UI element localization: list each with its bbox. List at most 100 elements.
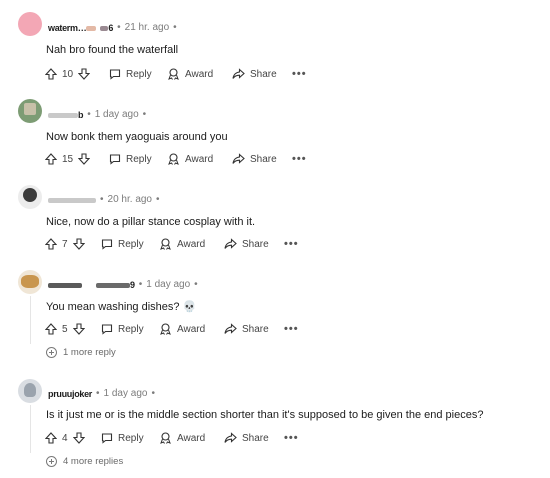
redaction — [96, 282, 130, 288]
share-button[interactable]: Share — [224, 238, 284, 250]
timestamp[interactable]: 1 day ago — [104, 388, 148, 399]
award-button[interactable]: Award — [167, 153, 232, 165]
avatar-detail — [21, 275, 39, 288]
expand-icon — [46, 347, 57, 358]
downvote-icon[interactable] — [72, 238, 85, 250]
vote-count: 15 — [62, 153, 74, 165]
comment-meta: 9 • 1 day ago • — [48, 279, 198, 290]
separator: • — [156, 194, 160, 205]
username[interactable]: b — [48, 109, 84, 120]
award-label: Award — [185, 153, 214, 165]
award-icon — [160, 238, 171, 250]
username[interactable]: 9 — [48, 280, 135, 290]
award-label: Award — [177, 238, 206, 250]
avatar[interactable] — [18, 185, 42, 209]
award-icon — [160, 432, 171, 444]
downvote-icon[interactable] — [78, 153, 91, 165]
comment-text: Nice, now do a pillar stance cosplay wit… — [46, 216, 256, 228]
share-button[interactable]: Share — [232, 153, 292, 165]
thread-line[interactable] — [30, 296, 31, 344]
vote-group: 5 — [45, 323, 101, 335]
separator: • — [100, 194, 104, 205]
comment-icon — [109, 154, 121, 165]
upvote-icon[interactable] — [45, 323, 57, 335]
share-label: Share — [242, 432, 269, 444]
timestamp[interactable]: 1 day ago — [146, 279, 190, 290]
downvote-icon[interactable] — [72, 323, 85, 335]
reply-button[interactable]: Reply — [101, 323, 159, 335]
avatar[interactable] — [18, 12, 42, 36]
more-options-icon[interactable]: ••• — [284, 238, 299, 250]
avatar-detail — [24, 103, 36, 115]
share-button[interactable]: Share — [224, 323, 284, 335]
award-icon — [168, 153, 179, 165]
more-options-icon[interactable]: ••• — [292, 68, 307, 80]
vote-group: 4 — [45, 432, 101, 444]
vote-count: 5 — [62, 323, 68, 335]
share-icon — [224, 238, 237, 249]
username-text: 9 — [130, 279, 135, 290]
vote-group: 15 — [45, 153, 109, 165]
share-label: Share — [242, 323, 269, 335]
more-options-icon[interactable]: ••• — [284, 432, 299, 444]
action-bar: 10 Reply Award Share ••• — [45, 66, 307, 82]
more-replies-button[interactable]: 1 more reply — [46, 347, 116, 358]
downvote-icon[interactable] — [72, 432, 85, 444]
reply-button[interactable]: Reply — [101, 238, 159, 250]
reply-button[interactable]: Reply — [101, 432, 159, 444]
timestamp[interactable]: 1 day ago — [95, 109, 139, 120]
reply-label: Reply — [126, 68, 152, 80]
reply-button[interactable]: Reply — [109, 68, 167, 80]
avatar-detail — [23, 188, 37, 202]
upvote-icon[interactable] — [45, 153, 57, 165]
comment-icon — [101, 433, 113, 444]
timestamp[interactable]: 21 hr. ago — [125, 22, 169, 33]
award-button[interactable]: Award — [159, 323, 224, 335]
downvote-icon[interactable] — [78, 68, 91, 80]
thread-line[interactable] — [30, 405, 31, 453]
reply-button[interactable]: Reply — [109, 153, 167, 165]
username[interactable]: waterm… — [48, 22, 97, 33]
comment-text: Nah bro found the waterfall — [46, 44, 179, 56]
more-replies-label: 1 more reply — [63, 347, 116, 358]
avatar[interactable] — [18, 99, 42, 123]
award-button[interactable]: Award — [159, 432, 224, 444]
upvote-icon[interactable] — [45, 238, 57, 250]
separator: • — [194, 279, 198, 290]
award-label: Award — [177, 323, 206, 335]
separator: • — [96, 388, 100, 399]
comment-meta: pruuujoker • 1 day ago • — [48, 388, 155, 399]
redaction — [48, 112, 78, 118]
separator: • — [142, 109, 147, 120]
award-button[interactable]: Award — [167, 68, 232, 80]
upvote-icon[interactable] — [45, 432, 57, 444]
username-text: waterm… — [48, 22, 87, 33]
award-button[interactable]: Award — [159, 238, 224, 250]
timestamp[interactable]: 20 hr. ago — [108, 194, 152, 205]
username[interactable] — [48, 195, 96, 205]
more-options-icon[interactable]: ••• — [292, 153, 307, 165]
vote-count: 4 — [62, 432, 68, 444]
share-icon — [224, 323, 237, 334]
separator: • — [138, 279, 143, 290]
share-button[interactable]: Share — [224, 432, 284, 444]
award-label: Award — [185, 68, 214, 80]
avatar[interactable] — [18, 379, 42, 403]
username[interactable]: pruuujoker — [48, 389, 92, 399]
upvote-icon[interactable] — [45, 68, 57, 80]
redaction — [86, 25, 97, 31]
avatar[interactable] — [18, 270, 42, 294]
more-replies-label: 4 more replies — [63, 456, 124, 467]
action-bar: 4 Reply Award Share ••• — [45, 430, 299, 446]
share-icon — [232, 153, 245, 164]
username-text: b — [78, 109, 84, 120]
username-suffix: 6 — [100, 23, 113, 33]
comment-meta: b • 1 day ago • — [48, 109, 146, 120]
more-options-icon[interactable]: ••• — [284, 323, 299, 335]
separator: • — [87, 109, 91, 120]
comment-meta: waterm… 6 • 21 hr. ago • — [48, 22, 177, 33]
more-replies-button[interactable]: 4 more replies — [46, 456, 123, 467]
vote-count: 10 — [62, 68, 74, 80]
share-button[interactable]: Share — [232, 68, 292, 80]
award-icon — [168, 68, 179, 80]
